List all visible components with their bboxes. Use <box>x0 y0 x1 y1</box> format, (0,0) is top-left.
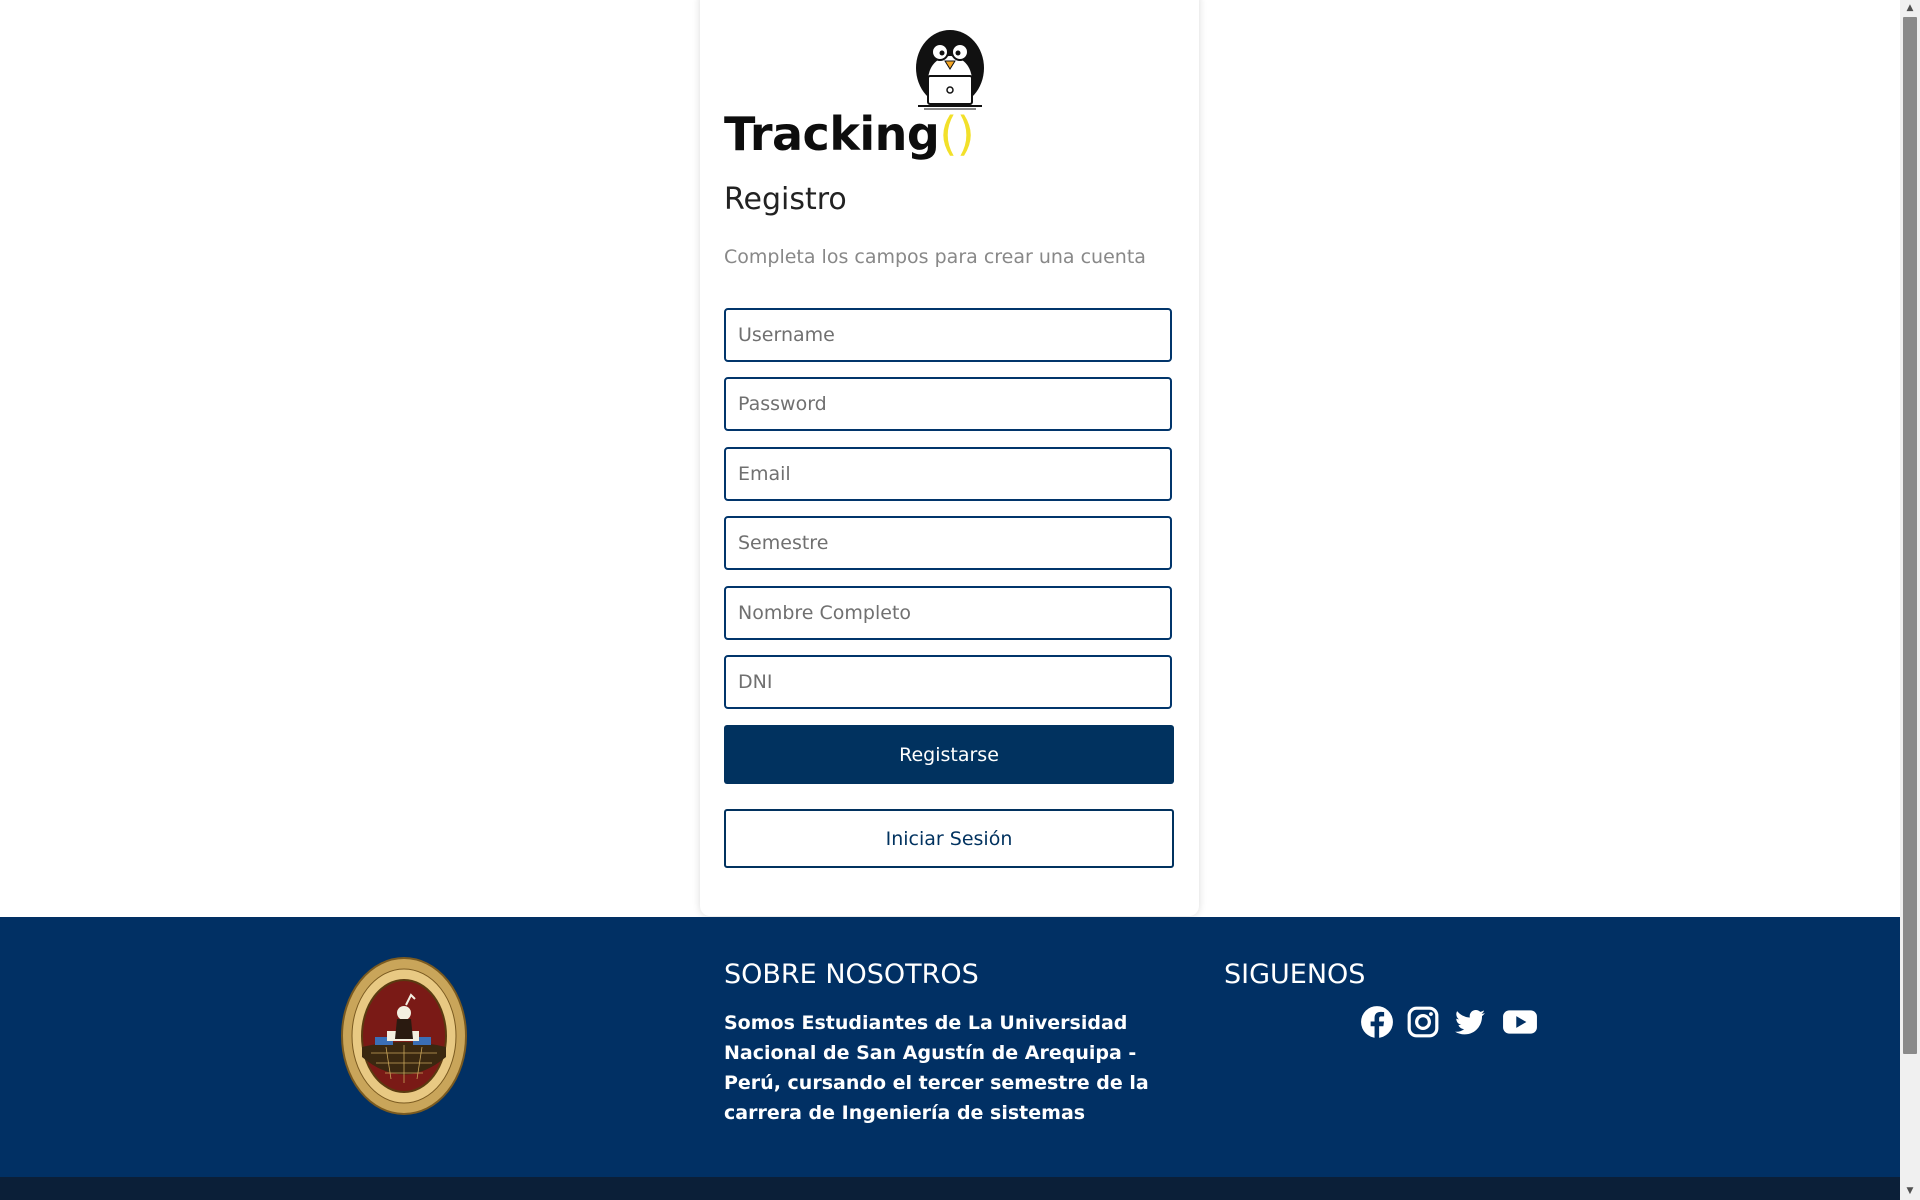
scrollbar-thumb[interactable] <box>1903 17 1917 1054</box>
about-text: Somos Estudiantes de La Universidad Naci… <box>724 1012 1149 1124</box>
password-field[interactable] <box>724 377 1172 431</box>
follow-title: SIGUENOS <box>1224 959 1366 990</box>
email-field[interactable] <box>724 447 1172 501</box>
page-title: Registro <box>724 182 847 217</box>
login-button[interactable]: Iniciar Sesión <box>724 809 1174 868</box>
nombre-completo-field[interactable] <box>724 586 1172 640</box>
scroll-down-arrow-icon[interactable]: ▼ <box>1900 1183 1920 1200</box>
dni-field[interactable] <box>724 655 1172 709</box>
twitter-icon[interactable] <box>1453 1005 1487 1039</box>
facebook-icon[interactable] <box>1360 1005 1394 1039</box>
brand-name: Tracking <box>724 107 940 161</box>
vertical-scrollbar[interactable]: ▲ ▼ <box>1900 0 1920 1200</box>
youtube-icon[interactable] <box>1502 1005 1538 1039</box>
username-field[interactable] <box>724 308 1172 362</box>
brand-title: Tracking() <box>724 107 975 161</box>
footer: SOBRE NOSOTROS Somos Estudiantes de La U… <box>0 917 1900 1177</box>
penguin-logo-icon <box>916 30 984 110</box>
semestre-field[interactable] <box>724 516 1172 570</box>
page: Tracking() Registro Completa los campos … <box>0 0 1900 1200</box>
scroll-up-arrow-icon[interactable]: ▲ <box>1900 0 1920 17</box>
form-instructions: Completa los campos para crear una cuent… <box>724 246 1146 268</box>
register-card: Tracking() Registro Completa los campos … <box>700 0 1199 916</box>
brand-parens: () <box>939 107 975 161</box>
copyright-bar <box>0 1177 1900 1200</box>
instagram-icon[interactable] <box>1406 1005 1440 1039</box>
university-seal-icon <box>341 957 467 1115</box>
about-title: SOBRE NOSOTROS <box>724 959 979 990</box>
register-button[interactable]: Registarse <box>724 725 1174 784</box>
